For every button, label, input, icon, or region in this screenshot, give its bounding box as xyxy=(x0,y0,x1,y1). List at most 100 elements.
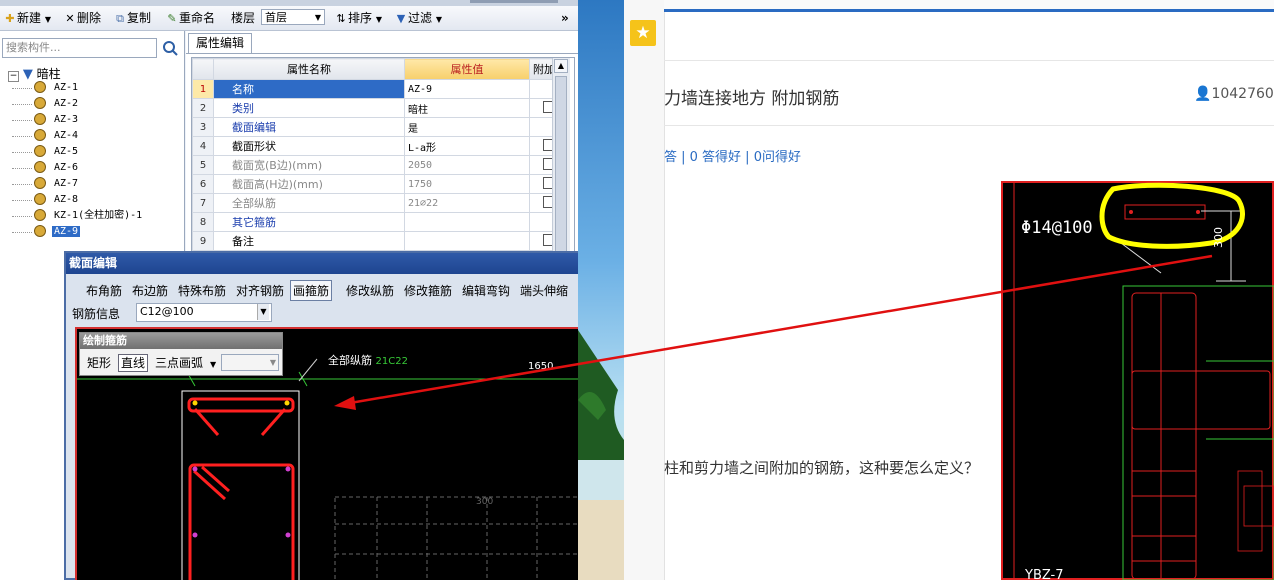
section-editor-toolbar: 布角筋 布边筋 特殊布筋 对齐钢筋 画箍筋 修改纵筋 修改箍筋 编辑弯钩 端头伸缩 xyxy=(66,277,578,301)
editor-tool-button[interactable]: 画箍筋 xyxy=(290,280,333,301)
cad-screenshot-image xyxy=(1001,181,1274,580)
editor-tool-button[interactable]: 对齐钢筋 xyxy=(236,282,284,299)
new-button[interactable]: ✚ 新建 ▼ xyxy=(3,10,51,26)
property-value[interactable]: 2050 xyxy=(404,155,530,175)
chevron-down-icon: ▼ xyxy=(375,15,382,24)
tree-item[interactable]: AZ-2 xyxy=(12,96,144,112)
tree-item[interactable]: AZ-5 xyxy=(12,144,144,160)
filter-button[interactable]: ▼ 过滤 ▼ xyxy=(394,10,442,26)
arc-option-select[interactable]: ▼ xyxy=(221,354,279,371)
tree-item[interactable]: AZ-6 xyxy=(12,160,144,176)
floor-select[interactable]: 首层 ▼ xyxy=(261,9,325,25)
property-grid-scrollbar[interactable]: ▲ xyxy=(552,58,570,256)
tree-item[interactable]: AZ-8 xyxy=(12,192,144,208)
search-button[interactable] xyxy=(160,38,180,58)
tree-item[interactable]: AZ-4 xyxy=(12,128,144,144)
property-grid: 属性名称 属性值 附加 1 名称 AZ-9 2 类别 暗柱 3 截面编辑是 4 截面形状 L-a形 5… xyxy=(191,57,575,259)
favorite-star-icon[interactable]: ★ xyxy=(630,20,656,46)
row-number: 8 xyxy=(192,212,214,232)
gtj-app-window: ✚ 新建 ▼ ✕ 删除 ⧉ 复制 ✎ 重命名 楼层 首层 ▼ ⇅ 排序 ▼ ▼ 过滤 ▼ » … xyxy=(0,0,578,580)
copy-button[interactable]: ⧉ 复制 xyxy=(113,10,151,26)
draw-mode-button[interactable]: 直线 xyxy=(118,354,149,372)
user-info[interactable]: 👤1042760.. xyxy=(1194,86,1274,102)
copy-icon: ⧉ xyxy=(116,12,124,25)
rebar-point xyxy=(285,532,291,538)
editor-tool-button[interactable]: 端头伸缩 xyxy=(520,282,568,299)
leader-line xyxy=(298,358,318,382)
component-icon xyxy=(34,145,46,157)
property-value[interactable]: AZ-9 xyxy=(404,79,530,99)
tree-item[interactable]: AZ-3 xyxy=(12,112,144,128)
property-value[interactable] xyxy=(404,212,530,232)
tab-property-edit[interactable]: 属性编辑 xyxy=(188,33,252,54)
row-number: 5 xyxy=(192,155,214,175)
draw-mode-group: 矩形 直线 三点画弧 ▼ xyxy=(84,354,216,372)
property-value[interactable]: L-a形 xyxy=(404,136,530,156)
section-editor-dialog: 截面编辑 布角筋 布边筋 特殊布筋 对齐钢筋 画箍筋 修改纵筋 修改箍筋 编辑弯钩 端头伸缩 钢… xyxy=(64,251,578,580)
property-row[interactable]: 3 截面编辑是 xyxy=(192,117,559,137)
draw-mode-button[interactable]: 三点画弧 xyxy=(152,354,206,372)
property-value[interactable]: 1750 xyxy=(404,174,530,194)
collapse-icon[interactable]: − xyxy=(8,71,19,82)
header-property-value[interactable]: 属性值 xyxy=(404,58,530,80)
cad-column-label: YBZ-7 xyxy=(1025,568,1064,580)
scroll-up-icon[interactable]: ▲ xyxy=(554,59,568,73)
top-scroll-thumb[interactable] xyxy=(470,0,558,3)
component-icon xyxy=(34,209,46,221)
property-row[interactable]: 1 名称 AZ-9 xyxy=(192,79,559,99)
editor-tool-button[interactable]: 修改箍筋 xyxy=(404,282,452,299)
property-name: 全部纵筋 xyxy=(213,193,405,213)
new-icon: ✚ xyxy=(5,12,15,25)
draw-mode-button[interactable]: 矩形 xyxy=(84,354,114,372)
property-name: 名称 xyxy=(213,79,405,99)
scroll-thumb[interactable] xyxy=(555,76,567,252)
toolbar-overflow-button[interactable]: » xyxy=(561,10,569,26)
chevron-down-icon: ▼ xyxy=(44,15,51,24)
editor-tool-button[interactable]: 布边筋 xyxy=(132,282,168,299)
stirrup-hook xyxy=(201,465,230,493)
property-row[interactable]: 9 备注 xyxy=(192,231,559,251)
search-input[interactable]: 搜索构件... xyxy=(2,38,157,58)
editor-tool-button[interactable]: 编辑弯钩 xyxy=(462,282,510,299)
web-page: ★ 力墙连接地方 附加钢筋 👤1042760.. 答 | 0 答得好 | 0问得… xyxy=(624,0,1274,580)
tie-bar xyxy=(260,408,287,436)
property-name: 截面形状 xyxy=(213,136,405,156)
editor-tool-button[interactable]: 修改纵筋 xyxy=(346,282,394,299)
desktop-background xyxy=(578,0,624,580)
sort-button[interactable]: ⇅ 排序 ▼ xyxy=(334,10,382,26)
component-toolbar: ✚ 新建 ▼ ✕ 删除 ⧉ 复制 ✎ 重命名 楼层 首层 ▼ ⇅ 排序 ▼ ▼ 过滤 ▼ » xyxy=(0,6,578,31)
row-number: 3 xyxy=(192,117,214,137)
question-body: 柱和剪力墙之间附加的钢筋，这种要怎么定义？ xyxy=(664,459,980,477)
tree-item[interactable]: AZ-9 xyxy=(12,224,144,240)
dialog-title: 截面编辑 xyxy=(66,253,578,274)
property-name: 截面宽(B边)(mm) xyxy=(213,155,405,175)
header-property-name[interactable]: 属性名称 xyxy=(213,58,405,80)
rename-button[interactable]: ✎ 重命名 xyxy=(165,10,215,26)
rebar-info-select[interactable]: C12@100 ▼ xyxy=(136,303,272,322)
property-row[interactable]: 5 截面宽(B边)(mm) 2050 xyxy=(192,155,559,175)
editor-tool-button[interactable]: 特殊布筋 xyxy=(178,282,226,299)
answer-stats[interactable]: 答 | 0 答得好 | 0问得好 xyxy=(664,146,801,165)
property-row[interactable]: 6 截面高(H边)(mm) 1750 xyxy=(192,174,559,194)
tree-item[interactable]: AZ-1 xyxy=(12,80,144,96)
row-number: 1 xyxy=(192,79,214,99)
property-name: 其它箍筋 xyxy=(213,212,405,232)
property-row[interactable]: 7 全部纵筋 21⌀22 xyxy=(192,193,559,213)
property-row[interactable]: 8 其它箍筋 xyxy=(192,212,559,232)
editor-tool-button[interactable]: 布角筋 xyxy=(86,282,122,299)
tree-item[interactable]: AZ-7 xyxy=(12,176,144,192)
search-icon xyxy=(163,41,178,56)
sort-icon: ⇅ xyxy=(336,12,346,25)
tree-item[interactable]: KZ-1(全柱加密)-1 xyxy=(12,208,144,224)
stirrup-top xyxy=(187,397,295,413)
component-icon xyxy=(34,177,46,189)
property-row[interactable]: 2 类别 暗柱 xyxy=(192,98,559,118)
row-number: 4 xyxy=(192,136,214,156)
property-row[interactable]: 4 截面形状 L-a形 xyxy=(192,136,559,156)
property-value[interactable] xyxy=(404,231,530,251)
delete-button[interactable]: ✕ 删除 xyxy=(63,10,101,26)
property-value[interactable]: 是 xyxy=(404,117,530,137)
property-value[interactable]: 21⌀22 xyxy=(404,193,530,213)
property-value[interactable]: 暗柱 xyxy=(404,98,530,118)
rebar-point xyxy=(192,532,198,538)
